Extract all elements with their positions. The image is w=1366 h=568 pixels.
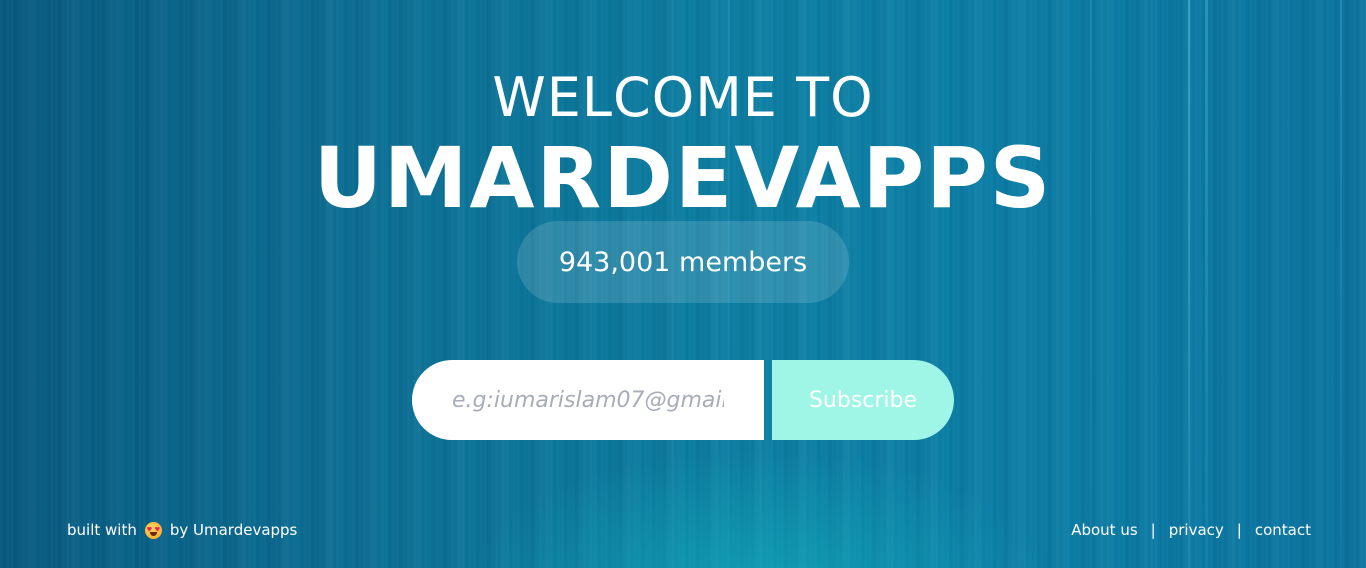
author-credit-text: by Umardevapps	[169, 521, 298, 539]
heart-eyes-emoji-icon	[144, 521, 162, 539]
privacy-link[interactable]: privacy	[1169, 521, 1224, 539]
welcome-heading: WELCOME TO	[492, 66, 874, 129]
footer-separator: |	[1150, 521, 1156, 539]
email-input[interactable]	[412, 360, 764, 440]
subscribe-button[interactable]: Subscribe	[772, 360, 954, 440]
members-count-badge: 943,001 members	[517, 221, 849, 303]
brand-title: UMARDEVAPPS	[313, 129, 1053, 227]
about-us-link[interactable]: About us	[1071, 521, 1137, 539]
footer-separator: |	[1236, 521, 1242, 539]
built-with-text: built with	[67, 521, 137, 539]
footer-links: About us | privacy | contact	[1071, 521, 1311, 539]
members-count: 943,001 members	[558, 246, 808, 278]
footer-credit: built with by Umardevapps	[67, 521, 297, 539]
contact-link[interactable]: contact	[1255, 521, 1311, 539]
